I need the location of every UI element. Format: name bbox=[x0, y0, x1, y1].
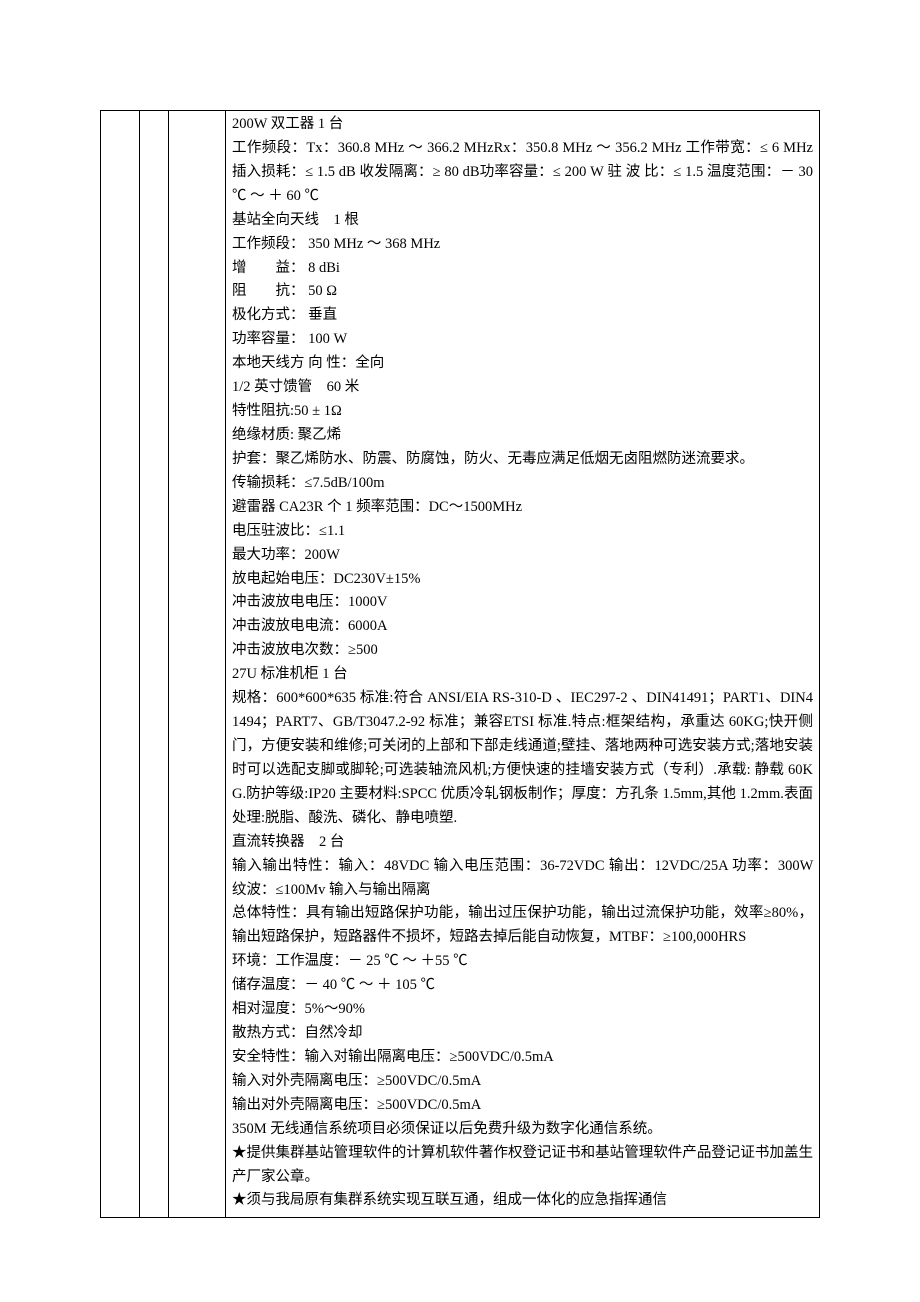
spec-line: 绝缘材质: 聚乙烯 bbox=[232, 424, 813, 448]
spec-line: 冲击波放电次数：≥500 bbox=[232, 639, 813, 663]
spec-line: 增 益： 8 dBi bbox=[232, 257, 813, 281]
spec-line: 冲击波放电电压：1000V bbox=[232, 591, 813, 615]
spec-line: 350M 无线通信系统项目必须保证以后免费升级为数字化通信系统。 bbox=[232, 1118, 813, 1142]
spec-line: 总体特性：具有输出短路保护功能，输出过压保护功能，输出过流保护功能，效率≥80%… bbox=[232, 902, 813, 950]
spec-line: 直流转换器 2 台 bbox=[232, 831, 813, 855]
spec-line: 环境：工作温度：－ 25 ℃ ～ ＋55 ℃ bbox=[232, 950, 813, 974]
spec-line: 工作频段：Tx：360.8 MHz ～ 366.2 MHzRx：350.8 MH… bbox=[232, 137, 813, 209]
spec-line: 相对湿度：5%～90% bbox=[232, 998, 813, 1022]
spec-line: 护套：聚乙烯防水、防震、防腐蚀，防火、无毒应满足低烟无卤阻燃防迷流要求。 bbox=[232, 448, 813, 472]
spec-line: 本地天线方 向 性：全向 bbox=[232, 352, 813, 376]
spec-line: 规格：600*600*635 标准:符合 ANSI/EIA RS-310-D 、… bbox=[232, 687, 813, 831]
spec-line: 电压驻波比：≤1.1 bbox=[232, 520, 813, 544]
col-3-empty bbox=[169, 111, 226, 1218]
spec-text: 200W 双工器 1 台工作频段：Tx：360.8 MHz ～ 366.2 MH… bbox=[226, 111, 819, 1217]
spec-line: 阻 抗： 50 Ω bbox=[232, 280, 813, 304]
spec-line: 输入对外壳隔离电压：≥500VDC/0.5mA bbox=[232, 1070, 813, 1094]
spec-line: 放电起始电压：DC230V±15% bbox=[232, 568, 813, 592]
col-1-empty bbox=[101, 111, 140, 1218]
spec-line: 最大功率：200W bbox=[232, 544, 813, 568]
spec-line: ★提供集群基站管理软件的计算机软件著作权登记证书和基站管理软件产品登记证书加盖生… bbox=[232, 1142, 813, 1190]
spec-line: 冲击波放电电流：6000A bbox=[232, 615, 813, 639]
spec-line: 散热方式：自然冷却 bbox=[232, 1022, 813, 1046]
spec-table: 200W 双工器 1 台工作频段：Tx：360.8 MHz ～ 366.2 MH… bbox=[100, 110, 820, 1218]
spec-line: 安全特性：输入对输出隔离电压：≥500VDC/0.5mA bbox=[232, 1046, 813, 1070]
spec-line: 基站全向天线 1 根 bbox=[232, 209, 813, 233]
spec-line: 功率容量： 100 W bbox=[232, 328, 813, 352]
spec-line: 传输损耗：≤7.5dB/100m bbox=[232, 472, 813, 496]
spec-line: 1/2 英寸馈管 60 米 bbox=[232, 376, 813, 400]
document-page: 200W 双工器 1 台工作频段：Tx：360.8 MHz ～ 366.2 MH… bbox=[0, 0, 920, 1302]
spec-line: 27U 标准机柜 1 台 bbox=[232, 663, 813, 687]
spec-line: 工作频段： 350 MHz ～ 368 MHz bbox=[232, 233, 813, 257]
spec-line: 储存温度：－ 40 ℃ ～ ＋ 105 ℃ bbox=[232, 974, 813, 998]
table-row: 200W 双工器 1 台工作频段：Tx：360.8 MHz ～ 366.2 MH… bbox=[101, 111, 820, 1218]
spec-cell: 200W 双工器 1 台工作频段：Tx：360.8 MHz ～ 366.2 MH… bbox=[226, 111, 820, 1218]
spec-line: 特性阻抗:50 ± 1Ω bbox=[232, 400, 813, 424]
spec-line: 极化方式： 垂直 bbox=[232, 304, 813, 328]
spec-line: 输入输出特性：输入：48VDC 输入电压范围：36-72VDC 输出：12VDC… bbox=[232, 855, 813, 903]
spec-line: 输出对外壳隔离电压：≥500VDC/0.5mA bbox=[232, 1094, 813, 1118]
spec-line: 200W 双工器 1 台 bbox=[232, 113, 813, 137]
spec-line: 避雷器 CA23R 个 1 频率范围：DC～1500MHz bbox=[232, 496, 813, 520]
col-2-empty bbox=[140, 111, 169, 1218]
spec-line: ★须与我局原有集群系统实现互联互通，组成一体化的应急指挥通信 bbox=[232, 1189, 813, 1213]
